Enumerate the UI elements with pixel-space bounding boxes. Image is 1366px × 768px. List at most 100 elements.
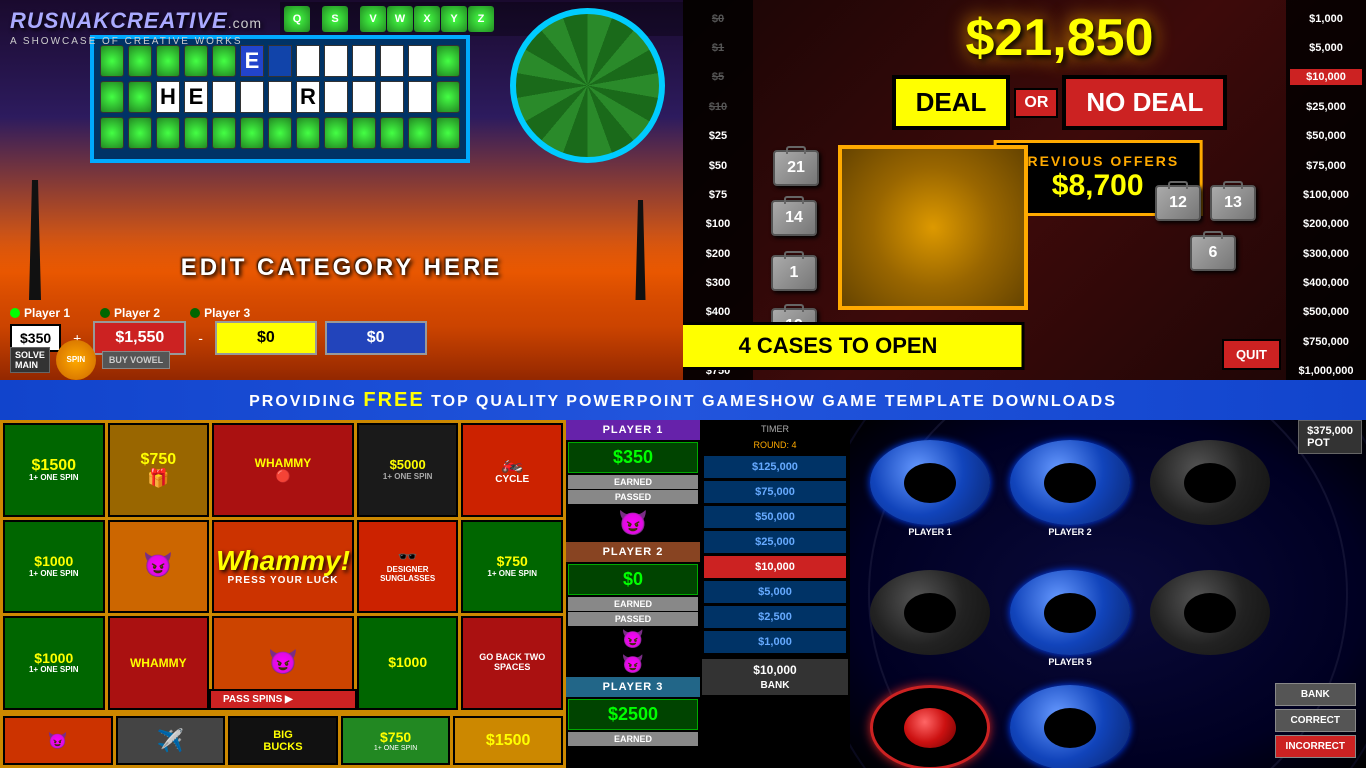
buzzer-player4[interactable] [870, 570, 990, 655]
whammy-logo: Whammy! [216, 547, 350, 575]
buzzer-hole-5 [1044, 593, 1096, 633]
cell [380, 45, 404, 77]
p-1000: $1,000 [704, 631, 846, 653]
briefcase-21[interactable]: 21 [773, 150, 819, 186]
briefcase-14[interactable]: 14 [771, 200, 817, 236]
buzzer-player7-wrap: PLAYER 7 [870, 685, 990, 768]
alpha-y: Y [441, 6, 467, 32]
deal-nodeal-row: DEAL OR NO DEAL [843, 75, 1276, 130]
p-125k: $125,000 [704, 456, 846, 478]
buzzer5-label: PLAYER 5 [1010, 657, 1130, 667]
buzzer-player6[interactable] [1150, 570, 1270, 655]
luck-cell-1000-spin2: $1000 1+ ONE SPIN [3, 616, 105, 710]
briefcase-13[interactable]: 13 [1210, 185, 1256, 221]
buzzer-player8-wrap: PLAYER 8 [1010, 685, 1130, 768]
spin-button[interactable]: SPIN [56, 340, 96, 380]
buzzer-player7[interactable] [870, 685, 990, 768]
player2-label: Player 2 [100, 306, 160, 320]
category-text: EDIT CATEGORY HERE [0, 254, 683, 282]
cell [324, 117, 348, 149]
money-50: $50 [687, 158, 749, 174]
prev-offers-label: PREVIOUS OFFERS [1016, 153, 1179, 169]
money-25000: $25,000 [1290, 99, 1362, 115]
no-deal-button[interactable]: NO DEAL [1062, 75, 1227, 130]
banner-text: PROVIDING FREE TOP QUALITY POWERPOINT GA… [249, 389, 1117, 412]
cell [380, 117, 404, 149]
buzzer-player3[interactable] [1150, 440, 1270, 525]
press-your-luck-panel: $1500 1+ ONE SPIN $750 🎁 WHAMMY🔴 $5000 1… [0, 420, 566, 768]
buzzer-hole-7 [904, 708, 956, 748]
briefcase-12[interactable]: 12 [1155, 185, 1201, 221]
correct-button[interactable]: CORRECT [1275, 709, 1356, 732]
board-row-1: E [100, 45, 460, 77]
gold-case-display [838, 145, 1028, 310]
luck-game-grid: $1500 1+ ONE SPIN $750 🎁 WHAMMY🔴 $5000 1… [0, 420, 566, 713]
buzzer-player1[interactable] [870, 440, 990, 525]
logo-subtitle: A SHOWCASE OF CREATIVE WORKS [10, 36, 262, 47]
buzzer2-label: PLAYER 2 [1010, 527, 1130, 537]
cell-e: E [240, 45, 264, 77]
pass-spins-button[interactable]: PASS SPINS ▶ [209, 689, 357, 710]
player3-score-header: PLAYER 3 [566, 677, 700, 697]
cell [408, 117, 432, 149]
money-5000: $5,000 [1290, 40, 1362, 56]
buzzer-player6-wrap [1150, 570, 1270, 655]
p-25k: $25,000 [704, 531, 846, 553]
buzzer-player2[interactable] [1010, 440, 1130, 525]
cell [100, 45, 124, 77]
money-50000: $50,000 [1290, 128, 1362, 144]
money-column-right: $1,000 $5,000 $10,000 $25,000 $50,000 $7… [1286, 0, 1366, 390]
money-75: $75 [687, 187, 749, 203]
bank-button[interactable]: BANK [1275, 683, 1356, 706]
buzzer-player5[interactable] [1010, 570, 1130, 655]
luck-whammy-icon: 😈 [3, 716, 113, 765]
luck-cell-whammy1: WHAMMY🔴 [212, 423, 354, 517]
buy-vowel-button[interactable]: BUY VOWEL [102, 351, 170, 369]
players-row: Player 1 Player 2 Player 3 [0, 306, 683, 320]
action-buttons: BANK CORRECT INCORRECT [1275, 683, 1356, 758]
cell [184, 45, 208, 77]
round-label: ROUND: 4 [700, 438, 850, 452]
player1-label: Player 1 [10, 306, 70, 320]
money-25: $25 [687, 128, 749, 144]
luck-cell-750-spin: $750 1+ ONE SPIN [461, 520, 563, 614]
money-10: $10 [687, 99, 749, 115]
money-10000: $10,000 [1290, 69, 1362, 85]
p-75k: $75,000 [704, 481, 846, 503]
player2-passed: PASSED [568, 612, 698, 626]
cell-h: H [156, 81, 180, 113]
p-50k: $50,000 [704, 506, 846, 528]
deal-button[interactable]: DEAL [892, 75, 1011, 130]
luck-cell-sunglasses: 🕶️ DESIGNER SUNGLASSES [357, 520, 459, 614]
buzzer-player8[interactable] [1010, 685, 1130, 768]
briefcase-1[interactable]: 1 [771, 255, 817, 291]
alpha-s: S [322, 6, 348, 32]
deal-or-no-deal-panel: $0 $1 $5 $10 $25 $50 $75 $100 $200 $300 … [683, 0, 1366, 390]
money-75000: $75,000 [1290, 158, 1362, 174]
player1-score-amount: $350 [568, 442, 698, 473]
money-500000: $500,000 [1290, 304, 1362, 320]
cell [352, 45, 376, 77]
money-1: $1 [687, 40, 749, 56]
cell [324, 81, 348, 113]
briefcase-6[interactable]: 6 [1190, 235, 1236, 271]
letter-board: E H E R [90, 35, 470, 163]
cell [268, 81, 292, 113]
cell [100, 117, 124, 149]
luck-750-spin2: $750 1+ ONE SPIN [341, 716, 451, 765]
pot-display: $375,000 POT [1298, 420, 1362, 454]
player2-score: $0 [215, 321, 317, 355]
money-1000000: $1,000,000 [1290, 363, 1362, 379]
buzzer-hole-4 [904, 593, 956, 633]
quit-button[interactable]: QUIT [1222, 339, 1281, 370]
whammy-icon-3: 😈 [566, 652, 700, 677]
luck-cell-1000-spin1: $1000 1+ ONE SPIN [3, 520, 105, 614]
money-300000: $300,000 [1290, 246, 1362, 262]
money-0: $0 [687, 11, 749, 27]
player2-score-header: PLAYER 2 [566, 542, 700, 562]
incorrect-button[interactable]: INCORRECT [1275, 735, 1356, 758]
wheel-graphic [510, 8, 665, 163]
banner-text-rest: TOP QUALITY POWERPOINT GAMESHOW GAME TEM… [431, 393, 1117, 410]
cell [436, 45, 460, 77]
cell [296, 117, 320, 149]
